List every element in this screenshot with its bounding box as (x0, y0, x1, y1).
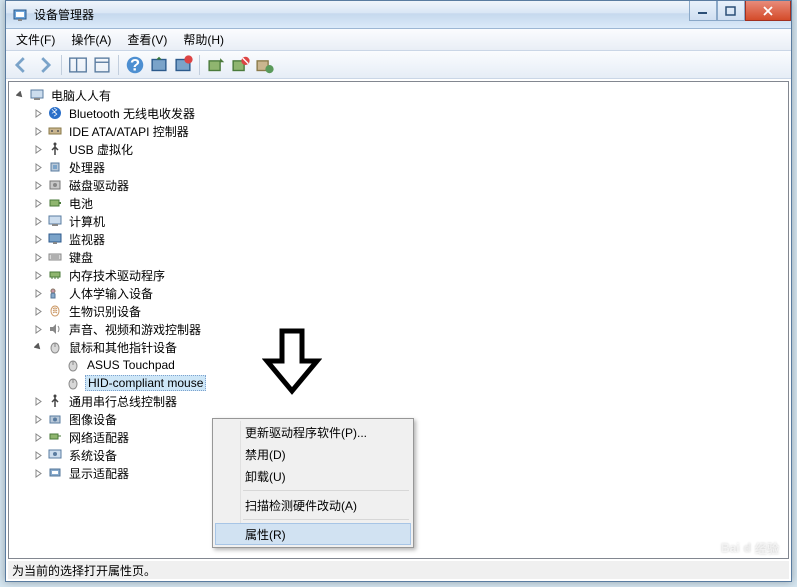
expand-icon[interactable] (33, 180, 43, 190)
maximize-button[interactable] (717, 1, 745, 21)
disable-button[interactable] (229, 54, 251, 76)
ctx-disable[interactable]: 禁用(D) (215, 443, 411, 465)
camera-icon (47, 411, 63, 427)
computer-icon (29, 87, 45, 103)
menu-help[interactable]: 帮助(H) (175, 29, 232, 50)
menu-action[interactable]: 操作(A) (63, 29, 119, 50)
ctx-uninstall[interactable]: 卸载(U) (215, 465, 411, 487)
update-driver-button[interactable] (205, 54, 227, 76)
toolbar: ? (6, 51, 791, 79)
monitor-icon (47, 231, 63, 247)
expand-icon[interactable] (33, 234, 43, 244)
tree-cpu[interactable]: 处理器 (11, 158, 786, 176)
tree-monitor[interactable]: 监视器 (11, 230, 786, 248)
ide-icon (47, 123, 63, 139)
tree-hid[interactable]: 人体学输入设备 (11, 284, 786, 302)
ctx-scan[interactable]: 扫描检测硬件改动(A) (215, 494, 411, 516)
ctx-properties[interactable]: 属性(R) (215, 523, 411, 545)
ctx-separator (243, 519, 409, 520)
enable-button[interactable] (253, 54, 275, 76)
expand-icon[interactable] (33, 432, 43, 442)
annotation-arrow-icon (262, 326, 322, 396)
expand-icon[interactable] (33, 306, 43, 316)
bluetooth-icon (47, 105, 63, 121)
status-text: 为当前的选择打开属性页。 (12, 562, 156, 579)
cpu-icon (47, 159, 63, 175)
menu-bar: 文件(F) 操作(A) 查看(V) 帮助(H) (6, 29, 791, 51)
nav-back-button[interactable] (10, 54, 32, 76)
hid-icon (47, 285, 63, 301)
memory-icon (47, 267, 63, 283)
expand-icon[interactable] (33, 252, 43, 262)
tree-keyboard[interactable]: 键盘 (11, 248, 786, 266)
expand-icon[interactable] (33, 288, 43, 298)
help-button[interactable]: ? (124, 54, 146, 76)
expand-icon[interactable] (33, 144, 43, 154)
mouse-icon (65, 375, 81, 391)
expand-icon[interactable] (33, 450, 43, 460)
nav-forward-button[interactable] (34, 54, 56, 76)
tree-mouse-category[interactable]: 鼠标和其他指针设备 (11, 338, 786, 356)
expand-icon[interactable] (33, 396, 43, 406)
mouse-icon (47, 339, 63, 355)
status-bar: 为当前的选择打开属性页。 (8, 561, 789, 579)
tree-bluetooth[interactable]: Bluetooth 无线电收发器 (11, 104, 786, 122)
tree-mouse-asus[interactable]: ASUS Touchpad (11, 356, 786, 374)
usb-icon (47, 393, 63, 409)
tree-mouse-hid[interactable]: HID-compliant mouse (11, 374, 786, 392)
network-icon (47, 429, 63, 445)
ctx-update-driver[interactable]: 更新驱动程序软件(P)... (215, 421, 411, 443)
expand-icon[interactable] (33, 198, 43, 208)
expand-icon[interactable] (33, 414, 43, 424)
minimize-button[interactable] (689, 1, 717, 21)
tree-usb-bus[interactable]: 通用串行总线控制器 (11, 392, 786, 410)
expand-icon[interactable] (33, 162, 43, 172)
collapse-icon[interactable] (33, 342, 43, 352)
collapse-icon[interactable] (15, 90, 25, 100)
expand-icon[interactable] (33, 324, 43, 334)
tree-battery[interactable]: 电池 (11, 194, 786, 212)
tree-root[interactable]: 电脑人人有 (11, 86, 786, 104)
tree-usb-virt[interactable]: USB 虚拟化 (11, 140, 786, 158)
tree-computer[interactable]: 计算机 (11, 212, 786, 230)
menu-view[interactable]: 查看(V) (119, 29, 175, 50)
scan-hardware-button[interactable] (148, 54, 170, 76)
biometric-icon (47, 303, 63, 319)
expand-icon[interactable] (33, 126, 43, 136)
mouse-icon (65, 357, 81, 373)
sound-icon (47, 321, 63, 337)
ctx-separator (243, 490, 409, 491)
tree-memtech[interactable]: 内存技术驱动程序 (11, 266, 786, 284)
properties-button[interactable] (91, 54, 113, 76)
expand-icon[interactable] (33, 216, 43, 226)
close-button[interactable] (745, 1, 791, 21)
titlebar[interactable]: 设备管理器 (6, 1, 791, 29)
disk-icon (47, 177, 63, 193)
tree-ide[interactable]: IDE ATA/ATAPI 控制器 (11, 122, 786, 140)
svg-text:?: ? (130, 56, 140, 74)
tree-biometric[interactable]: 生物识别设备 (11, 302, 786, 320)
context-menu: 更新驱动程序软件(P)... 禁用(D) 卸载(U) 扫描检测硬件改动(A) 属… (212, 418, 414, 548)
tree-disk[interactable]: 磁盘驱动器 (11, 176, 786, 194)
expand-icon[interactable] (33, 468, 43, 478)
app-icon (12, 7, 28, 23)
computer-icon (47, 213, 63, 229)
uninstall-button[interactable] (172, 54, 194, 76)
system-icon (47, 447, 63, 463)
keyboard-icon (47, 249, 63, 265)
expand-icon[interactable] (33, 270, 43, 280)
expand-icon[interactable] (33, 108, 43, 118)
show-hide-console-button[interactable] (67, 54, 89, 76)
usb-icon (47, 141, 63, 157)
tree-sound[interactable]: 声音、视频和游戏控制器 (11, 320, 786, 338)
battery-icon (47, 195, 63, 211)
window-title: 设备管理器 (34, 6, 791, 23)
menu-file[interactable]: 文件(F) (8, 29, 63, 50)
display-adapter-icon (47, 465, 63, 481)
